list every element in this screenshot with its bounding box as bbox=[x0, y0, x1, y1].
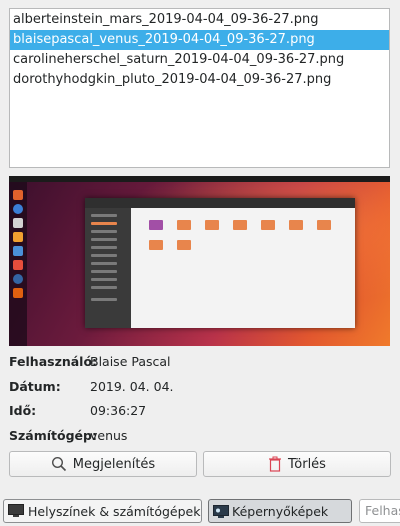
user-search-input[interactable]: Felhasználó keresése bbox=[359, 499, 400, 523]
computer-icon bbox=[8, 504, 24, 517]
magnifier-icon bbox=[51, 456, 66, 472]
user-label: Felhasználó: bbox=[9, 354, 98, 369]
file-list-item[interactable]: dorothyhodgkin_pluto_2019-04-04_09-36-27… bbox=[10, 70, 389, 90]
file-list-item[interactable]: carolineherschel_saturn_2019-04-04_09-36… bbox=[10, 50, 389, 70]
date-label: Dátum: bbox=[9, 379, 61, 394]
time-label: Idő: bbox=[9, 403, 37, 418]
view-button-label: Megjelenítés bbox=[72, 456, 156, 472]
date-value: 2019. 04. 04. bbox=[90, 379, 174, 394]
locations-tab-button[interactable]: Helyszínek & számítógépek bbox=[3, 499, 202, 523]
screenshots-tab-label: Képernyőképek bbox=[232, 503, 329, 519]
bottom-toolbar: Helyszínek & számítógépek Képernyőképek … bbox=[0, 499, 400, 526]
file-list-item[interactable]: alberteinstein_mars_2019-04-04_09-36-27.… bbox=[10, 10, 389, 30]
time-value: 09:36:27 bbox=[90, 403, 147, 418]
locations-tab-label: Helyszínek & számítógépek bbox=[28, 503, 201, 519]
user-value: Blaise Pascal bbox=[90, 354, 171, 369]
trash-icon bbox=[269, 456, 282, 472]
file-list-item-selected[interactable]: blaisepascal_venus_2019-04-04_09-36-27.p… bbox=[10, 30, 389, 50]
screenshots-tab-button[interactable]: Képernyőképek bbox=[208, 499, 352, 523]
screenshot-preview-image bbox=[9, 176, 390, 346]
screenshot-file-list[interactable]: alberteinstein_mars_2019-04-04_09-36-27.… bbox=[9, 8, 390, 168]
computer-value: venus bbox=[90, 428, 128, 443]
view-button[interactable]: Megjelenítés bbox=[9, 451, 197, 477]
computer-label: Számítógép: bbox=[9, 428, 97, 443]
delete-button-label: Törlés bbox=[288, 456, 326, 472]
delete-button[interactable]: Törlés bbox=[203, 451, 391, 477]
screenshot-icon bbox=[213, 504, 229, 518]
